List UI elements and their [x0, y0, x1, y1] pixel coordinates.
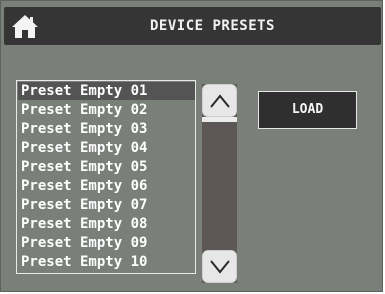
preset-list-item[interactable]: Preset Empty 05	[18, 158, 196, 176]
scroll-thumb[interactable]	[202, 117, 237, 122]
scroll-up-button[interactable]	[202, 84, 237, 117]
device-presets-panel: DEVICE PRESETS Preset Empty 01 Preset Emp…	[0, 0, 383, 292]
chevron-down-icon	[210, 260, 230, 274]
scroll-down-button[interactable]	[202, 250, 237, 283]
preset-list-item[interactable]: Preset Empty 07	[18, 196, 196, 214]
preset-list-item[interactable]: Preset Empty 09	[18, 234, 196, 252]
header-bar: DEVICE PRESETS	[4, 7, 381, 45]
preset-list: Preset Empty 01 Preset Empty 02 Preset Emp…	[16, 80, 196, 274]
preset-list-item[interactable]: Preset Empty 01	[18, 82, 195, 100]
preset-list-item[interactable]: Preset Empty 06	[18, 177, 196, 195]
preset-list-item[interactable]: Preset Empty 02	[18, 101, 196, 119]
preset-list-item[interactable]: Preset Empty 08	[18, 215, 196, 233]
preset-scrollbar[interactable]	[202, 84, 237, 283]
load-button[interactable]: LOAD	[258, 91, 357, 129]
preset-list-item[interactable]: Preset Empty 10	[18, 253, 196, 271]
chevron-up-icon	[210, 94, 230, 108]
preset-list-item[interactable]: Preset Empty 03	[18, 120, 196, 138]
preset-list-item[interactable]: Preset Empty 04	[18, 139, 196, 157]
page-title: DEVICE PRESETS	[149, 18, 275, 34]
